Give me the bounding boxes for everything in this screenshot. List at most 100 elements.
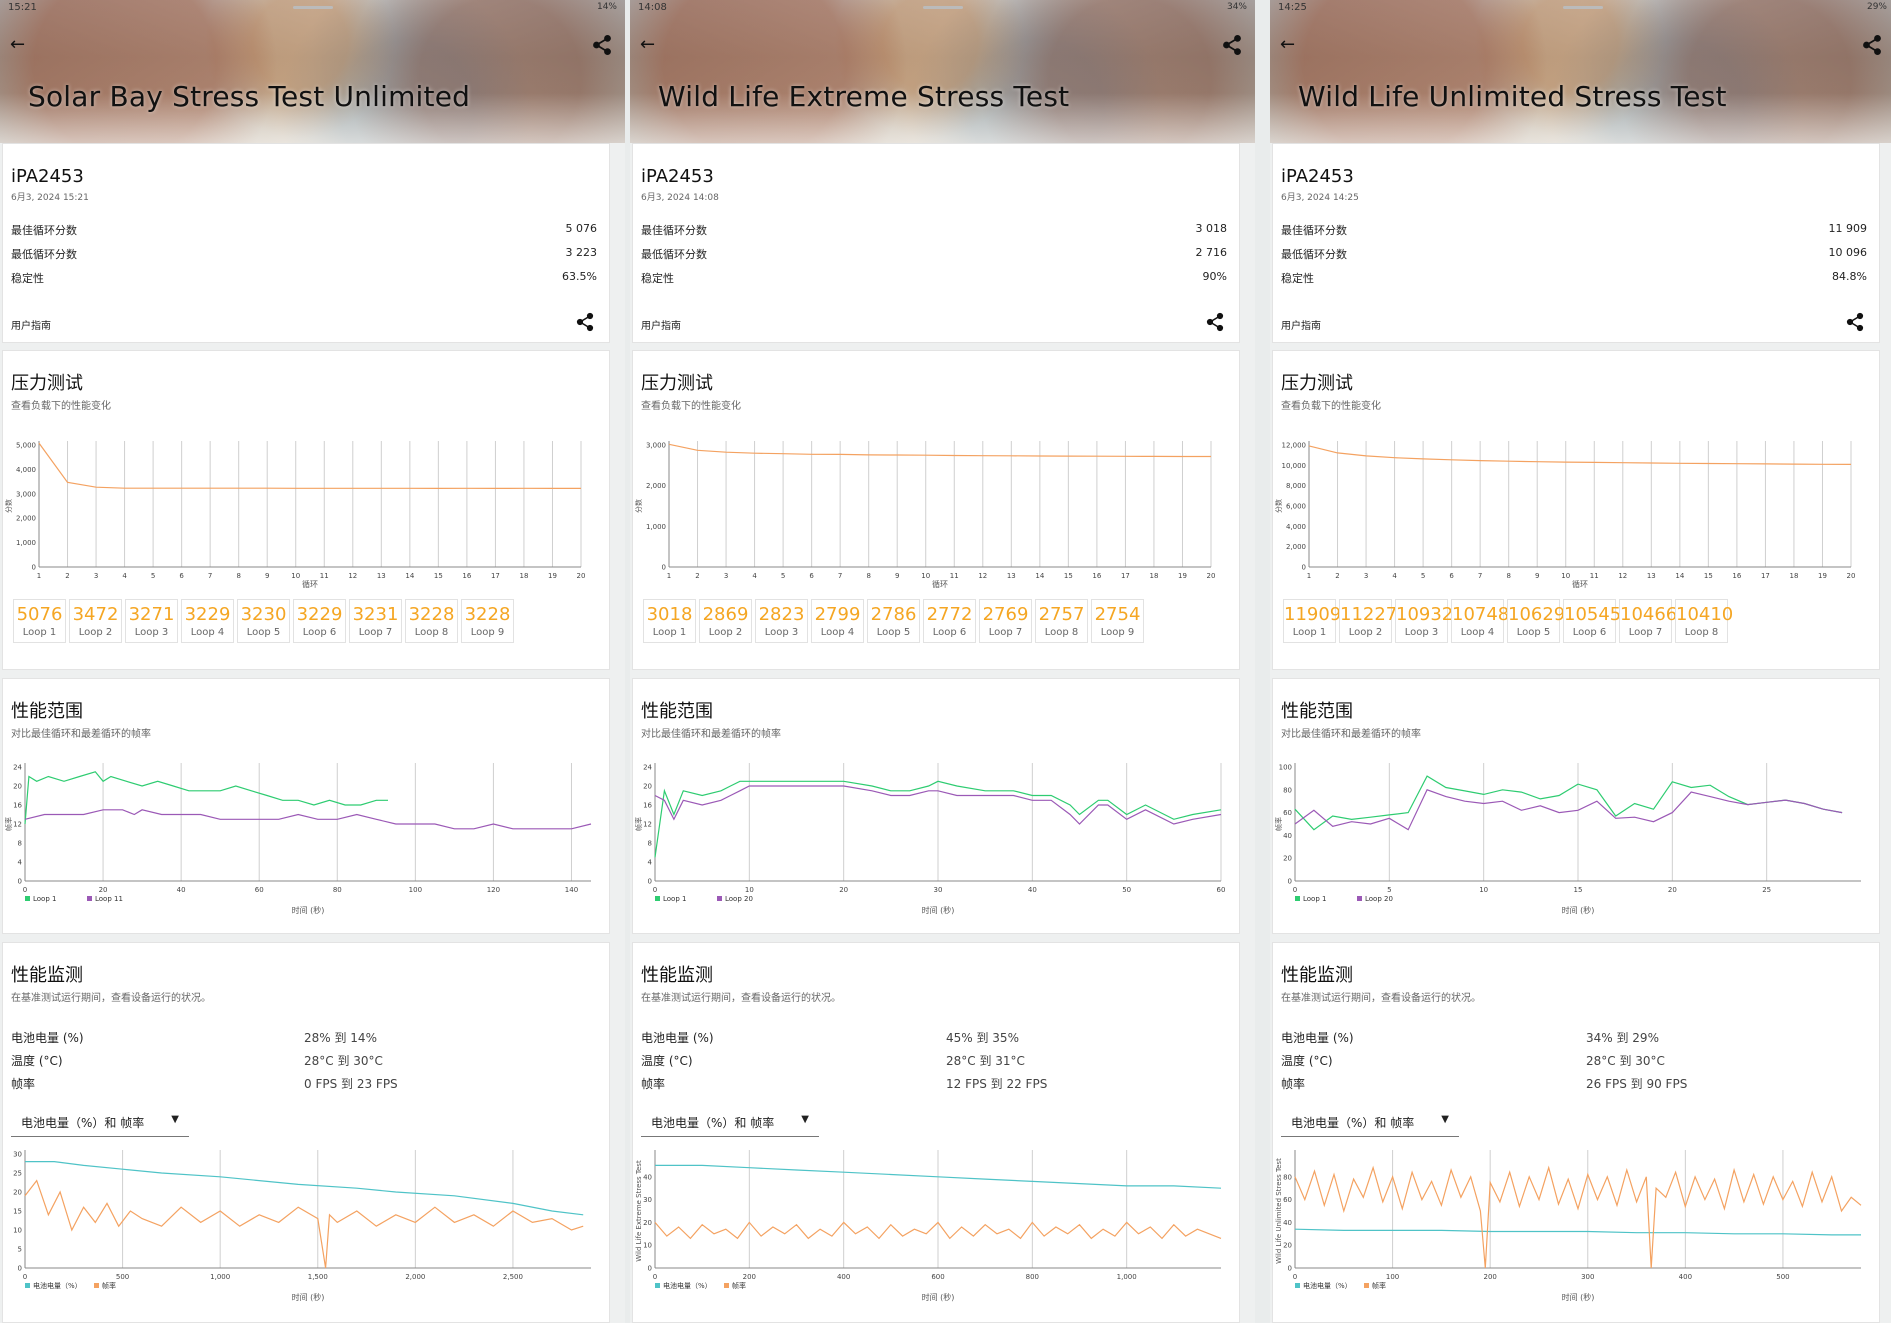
y-tick-label: 10 <box>643 1242 652 1250</box>
battery-range: 28% 到 14% <box>304 1031 377 1045</box>
loop-score-label: Loop 4 <box>1460 627 1495 638</box>
x-tick-label: 60 <box>255 886 264 894</box>
metric-dropdown[interactable]: 电池电量（%）和 帧率 ▼ <box>11 1108 189 1137</box>
loop-score-label: Loop 7 <box>988 627 1023 638</box>
loop-score-tile[interactable]: 2823 Loop 3 <box>755 599 808 643</box>
loop-score-value: 2799 <box>814 604 861 625</box>
legend-label: 帧率 <box>1372 1281 1386 1290</box>
loop-score-label: Loop 7 <box>358 627 393 638</box>
header-banner <box>0 0 625 143</box>
x-tick-label: 140 <box>565 886 578 894</box>
share-icon <box>593 34 611 56</box>
range-title: 性能范围 <box>1281 701 1353 722</box>
guide-share-button[interactable] <box>1845 312 1865 332</box>
dropdown-selected: 电池电量（%）和 帧率 <box>651 1116 775 1130</box>
loop-score-tile[interactable]: 2757 Loop 8 <box>1035 599 1088 643</box>
loop-score-tile[interactable]: 3018 Loop 1 <box>643 599 696 643</box>
share-icon <box>576 312 594 332</box>
loop-score-tile[interactable]: 10410 Loop 8 <box>1675 599 1733 643</box>
loop-scores[interactable]: 11909 Loop 1 11227 Loop 2 10932 Loop 3 10748 Lo… <box>1283 599 1883 649</box>
x-tick-label: 17 <box>1121 572 1130 580</box>
loop-score-label: Loop 9 <box>1100 627 1135 638</box>
legend-label: Loop 1 <box>1303 895 1326 903</box>
stress-subtitle: 查看负载下的性能变化 <box>1281 401 1381 412</box>
loop-score-label: Loop 7 <box>1628 627 1663 638</box>
monitor-subtitle: 在基准测试运行期间，查看设备运行的状况。 <box>1281 993 1481 1004</box>
y-tick-label: 2,000 <box>16 515 36 523</box>
performance-range-card: 性能范围 对比最佳循环和最差循环的帧率 0 5 10 15 20 25 0 20 40 60 80 1… <box>1272 678 1880 934</box>
user-guide-link[interactable]: 用户指南 <box>1281 317 1321 332</box>
x-tick-label: 19 <box>1178 572 1187 580</box>
drag-handle[interactable] <box>922 6 963 9</box>
loop-score-tile[interactable]: 2786 Loop 5 <box>867 599 920 643</box>
y-tick-label: 30 <box>13 1151 22 1159</box>
back-button[interactable]: ← <box>640 34 662 56</box>
loop-score-tile[interactable]: 11227 Loop 2 <box>1339 599 1397 643</box>
loop-score-tile[interactable]: 3231 Loop 7 <box>349 599 402 643</box>
user-guide-link[interactable]: 用户指南 <box>641 317 681 332</box>
x-tick-label: 0 <box>1293 886 1297 894</box>
loop-score-tile[interactable]: 3229 Loop 4 <box>181 599 234 643</box>
best-loop-value: 11 909 <box>1828 222 1868 235</box>
x-tick-label: 40 <box>1028 886 1037 894</box>
loop-score-tile[interactable]: 10466 Loop 7 <box>1619 599 1677 643</box>
x-tick-label: 30 <box>934 886 943 894</box>
worst-loop-label: 最低循环分数 <box>641 248 707 261</box>
loop-scores[interactable]: 5076 Loop 1 3472 Loop 2 3271 Loop 3 3229 Loop 4… <box>13 599 613 649</box>
legend-swatch <box>655 1283 660 1288</box>
loop-score-tile[interactable]: 2772 Loop 6 <box>923 599 976 643</box>
stability-label: 稳定性 <box>11 272 44 285</box>
loop-score-tile[interactable]: 2754 Loop 9 <box>1091 599 1144 643</box>
share-button[interactable] <box>1221 34 1243 56</box>
stress-subtitle: 查看负载下的性能变化 <box>641 401 741 412</box>
loop-score-tile[interactable]: 3230 Loop 5 <box>237 599 290 643</box>
metric-dropdown[interactable]: 电池电量（%）和 帧率 ▼ <box>641 1108 819 1137</box>
loop-score-tile[interactable]: 10932 Loop 3 <box>1395 599 1453 643</box>
x-tick-label: 0 <box>1293 1273 1297 1281</box>
guide-share-button[interactable] <box>1205 312 1225 332</box>
drag-handle[interactable] <box>1562 6 1603 9</box>
loop-score-tile[interactable]: 10748 Loop 4 <box>1451 599 1509 643</box>
loop-score-tile[interactable]: 2769 Loop 7 <box>979 599 1032 643</box>
share-button[interactable] <box>1861 34 1883 56</box>
x-tick-label: 7 <box>1478 572 1482 580</box>
loop-score-tile[interactable]: 10545 Loop 6 <box>1563 599 1622 643</box>
x-tick-label: 5 <box>1421 572 1425 580</box>
series-line <box>1294 789 1843 831</box>
y-tick-label: 15 <box>13 1208 22 1216</box>
loop-scores[interactable]: 3018 Loop 1 2869 Loop 2 2823 Loop 3 2799 Loop 4… <box>643 599 1243 649</box>
loop-score-value: 10545 <box>1564 604 1622 625</box>
guide-share-button[interactable] <box>575 312 595 332</box>
x-tick-label: 400 <box>837 1273 850 1281</box>
x-tick-label: 15 <box>434 572 443 580</box>
legend-swatch <box>87 896 92 901</box>
loop-score-tile[interactable]: 10629 Loop 5 <box>1507 599 1565 643</box>
loop-score-tile[interactable]: 5076 Loop 1 <box>13 599 66 643</box>
back-button[interactable]: ← <box>10 34 32 56</box>
loop-score-tile[interactable]: 3472 Loop 2 <box>69 599 122 643</box>
stress-subtitle: 查看负载下的性能变化 <box>11 401 111 412</box>
stress-test-card: 压力测试 查看负载下的性能变化 1 2 3 4 5 6 7 8 9 10 11 12 13 14 15 16 1… <box>1272 350 1880 670</box>
y-tick-label: 0 <box>18 878 22 886</box>
loop-score-tile[interactable]: 3228 Loop 9 <box>461 599 514 643</box>
y-tick-label: 3,000 <box>16 490 36 498</box>
loop-score-tile[interactable]: 11909 Loop 1 <box>1283 599 1341 643</box>
user-guide-link[interactable]: 用户指南 <box>11 317 51 332</box>
worst-loop-value: 2 716 <box>1195 246 1228 259</box>
loop-score-tile[interactable]: 3271 Loop 3 <box>125 599 178 643</box>
loop-score-tile[interactable]: 2799 Loop 4 <box>811 599 864 643</box>
x-tick-label: 500 <box>116 1273 129 1281</box>
loop-score-tile[interactable]: 3229 Loop 6 <box>293 599 346 643</box>
metric-dropdown[interactable]: 电池电量（%）和 帧率 ▼ <box>1281 1108 1459 1137</box>
x-tick-label: 13 <box>1647 572 1656 580</box>
best-loop-label: 最佳循环分数 <box>11 224 77 237</box>
loop-score-tile[interactable]: 2869 Loop 2 <box>699 599 752 643</box>
share-button[interactable] <box>591 34 613 56</box>
x-tick-label: 25 <box>1762 886 1771 894</box>
x-tick-label: 16 <box>1092 572 1101 580</box>
drag-handle[interactable] <box>292 6 333 9</box>
y-tick-label: 10 <box>13 1227 22 1235</box>
y-tick-label: 2,000 <box>646 482 666 490</box>
back-button[interactable]: ← <box>1280 34 1302 56</box>
loop-score-tile[interactable]: 3228 Loop 8 <box>405 599 458 643</box>
